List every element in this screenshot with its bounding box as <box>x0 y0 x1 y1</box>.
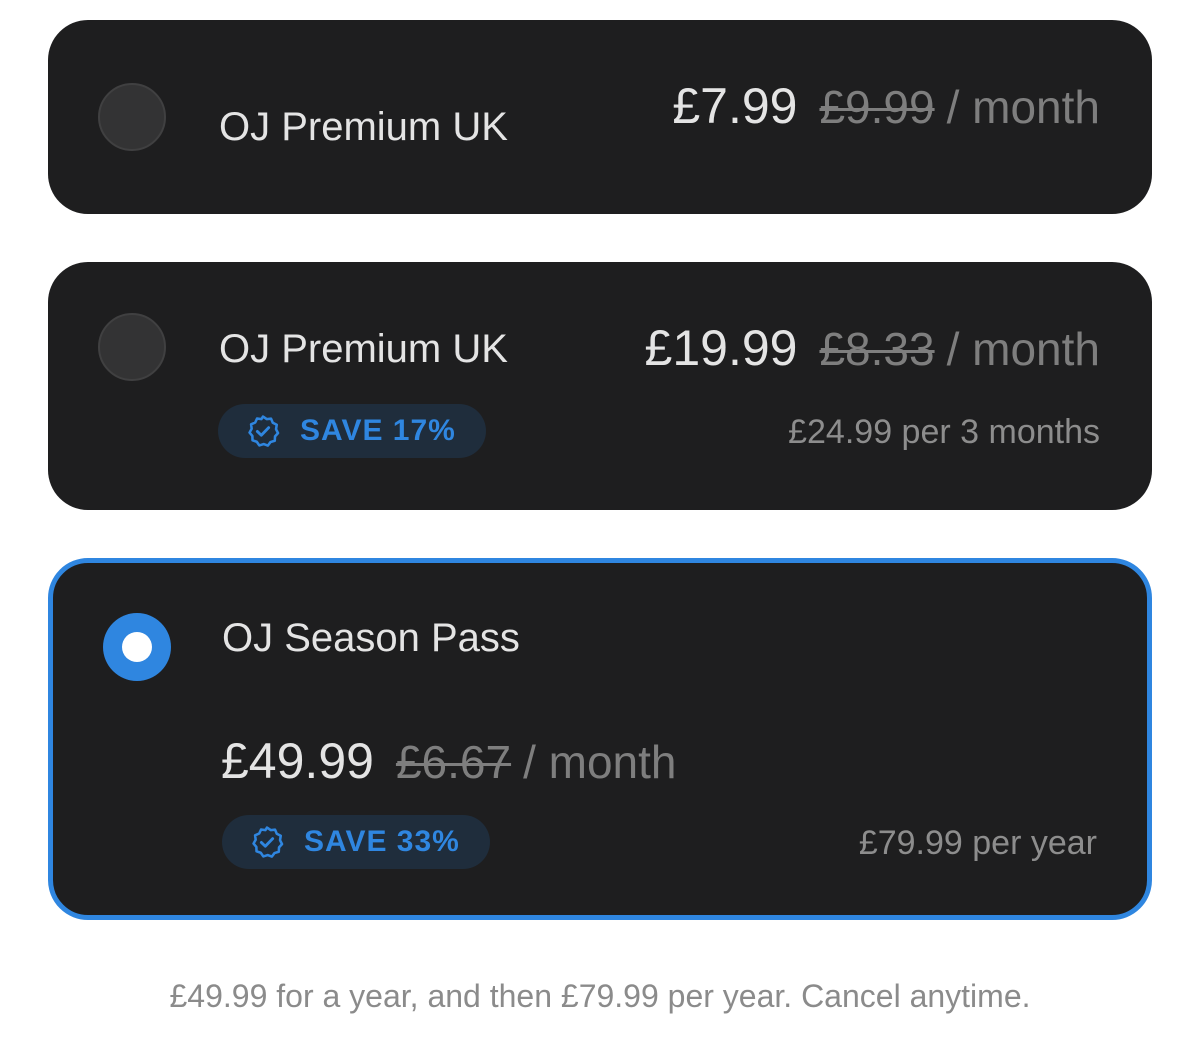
plan-card-monthly[interactable]: OJ Premium UK £7.99 £9.99/ month <box>48 20 1152 214</box>
plan-period: / month <box>523 736 677 788</box>
plan-price: £49.99 <box>221 733 374 789</box>
verified-check-badge-icon <box>252 826 284 858</box>
plan-price: £19.99 <box>644 320 798 376</box>
plan-radio-season-pass[interactable] <box>103 613 171 681</box>
save-badge-label: SAVE 17% <box>300 414 456 447</box>
plan-card-quarterly[interactable]: OJ Premium UK £19.99 £8.33/ month SAVE 17… <box>48 262 1152 510</box>
billing-text: £79.99 per year <box>858 824 1097 862</box>
plan-old-price: £6.67 <box>395 736 512 788</box>
radio-selected-dot <box>122 632 152 662</box>
billing-text: £24.99 per 3 months <box>788 413 1100 451</box>
plan-period: / month <box>946 81 1100 133</box>
save-badge-label: SAVE 33% <box>304 825 460 858</box>
price-line: £49.99 £6.67/ month <box>221 731 676 804</box>
verified-check-badge-icon <box>248 415 280 447</box>
plan-old-price: £8.33 <box>819 323 935 375</box>
plan-selector-page: OJ Premium UK £7.99 £9.99/ month OJ Premi… <box>0 0 1200 1062</box>
plan-name: OJ Premium UK <box>219 327 508 371</box>
plan-radio-monthly[interactable] <box>98 83 166 151</box>
save-badge: SAVE 33% <box>222 815 490 869</box>
plan-name: OJ Premium UK <box>219 105 508 149</box>
save-badge: SAVE 17% <box>218 404 486 458</box>
price-line: £19.99 £8.33/ month <box>645 318 1100 391</box>
plan-old-price: £9.99 <box>819 81 935 133</box>
plan-name: OJ Season Pass <box>222 616 520 660</box>
plan-card-season-pass[interactable]: OJ Season Pass £49.99 £6.67/ month SAVE 3… <box>48 558 1152 920</box>
plan-period: / month <box>946 323 1100 375</box>
price-line: £7.99 £9.99/ month <box>672 76 1100 149</box>
terms-footer: £49.99 for a year, and then £79.99 per y… <box>169 978 1031 1014</box>
plan-price: £7.99 <box>672 78 798 134</box>
plan-radio-quarterly[interactable] <box>98 313 166 381</box>
